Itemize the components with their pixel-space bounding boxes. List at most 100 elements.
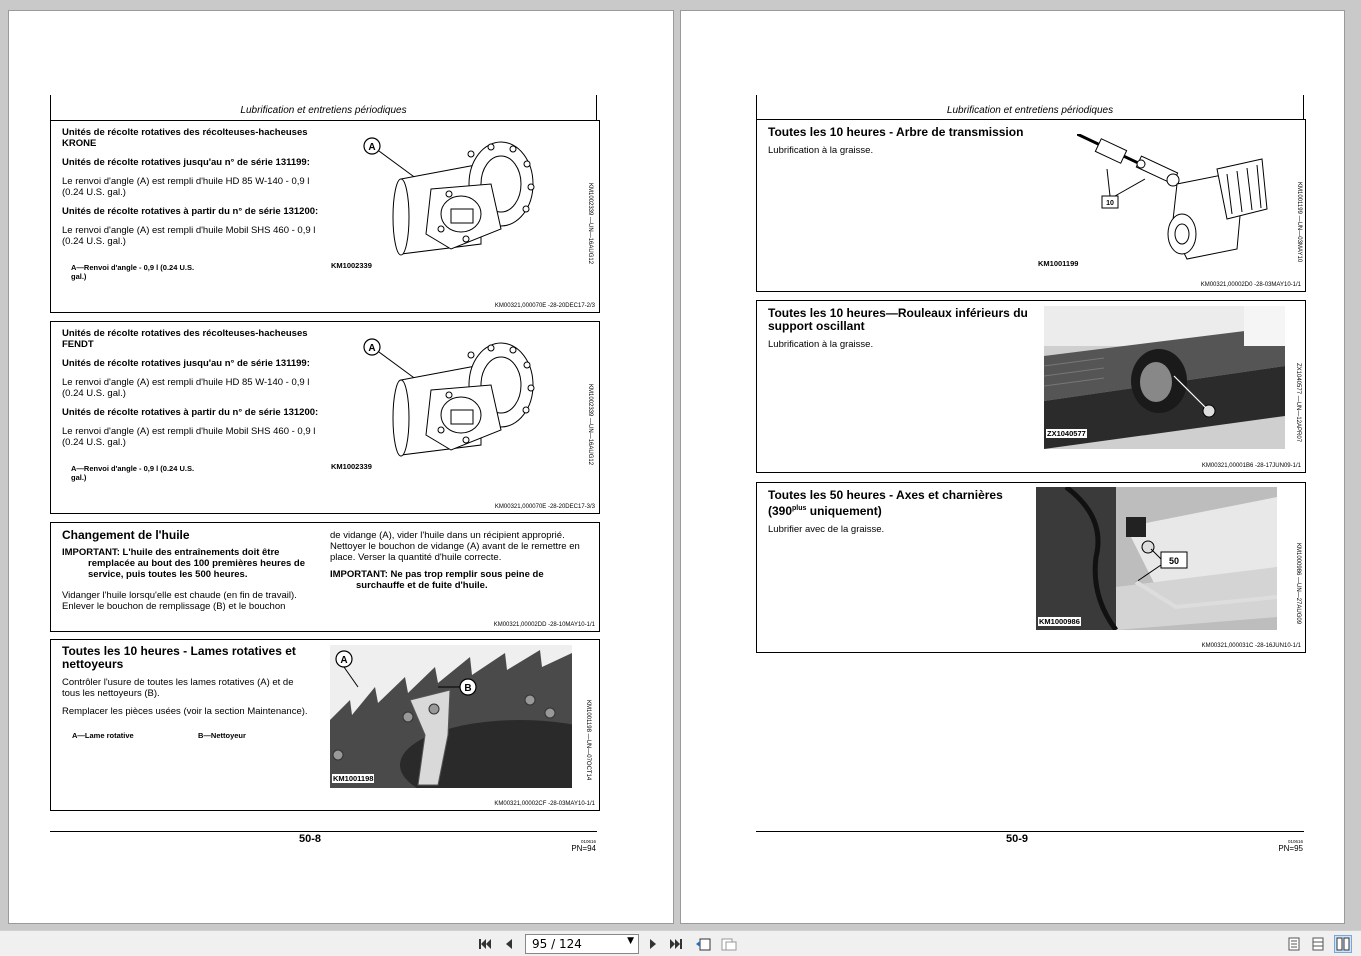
back-view-button[interactable]	[694, 935, 712, 953]
first-page-icon	[479, 939, 491, 949]
image-code: ZX1040577	[1046, 429, 1087, 438]
callout-a: A	[340, 655, 347, 666]
reference-code: KM00321,000031C -28-16JUN10-1/1	[1201, 643, 1301, 649]
dropdown-arrow-icon: ▼	[627, 936, 634, 946]
pn-label: PN=94	[571, 844, 596, 853]
section-title: Unités de récolte rotatives des récolteu…	[62, 127, 308, 149]
image-vertical-code: KM1002339 —UN—16AUG12	[587, 384, 593, 466]
page-number: 50-9	[1006, 833, 1029, 845]
important-note: IMPORTANT: Ne pas trop remplir sous pein…	[330, 569, 544, 591]
pn-block: 010616 PN=94	[554, 839, 596, 853]
page-left: Lubrification et entretiens périodiques …	[8, 10, 674, 924]
reference-code: KM00321,000070E -28-20DEC17-3/3	[494, 504, 595, 510]
subheading: Unités de récolte rotatives jusqu'au n° …	[62, 358, 310, 369]
page-right: Lubrification et entretiens périodiques …	[680, 10, 1345, 924]
title-superscript: plus	[792, 505, 807, 512]
section-lower-rollers: Toutes les 10 heures—Rouleaux inférieurs…	[756, 300, 1306, 473]
paragraph: Vidanger l'huile lorsqu'elle est chaude …	[62, 590, 297, 612]
subheading: Unités de récolte rotatives à partir du …	[62, 206, 319, 217]
paragraph: Lubrification à la graisse.	[768, 339, 874, 350]
section-drive-shaft: Toutes les 10 heures - Arbre de transmis…	[756, 119, 1306, 292]
reference-code: KM00321,000070E -28-20DEC17-2/3	[494, 303, 595, 309]
callout-a: A	[368, 142, 375, 153]
section-fendt: Unités de récolte rotatives des récolteu…	[50, 321, 600, 514]
image-vertical-code: KM1001198 —UN—07OCT14	[585, 700, 591, 781]
footer-rule	[50, 831, 597, 832]
legend-b: B—Nettoyeur	[198, 731, 246, 740]
drive-shaft-illustration: 10	[1077, 134, 1268, 260]
paragraph: Remplacer les pièces usées (voir la sect…	[62, 706, 308, 717]
subheading: Unités de récolte rotatives à partir du …	[62, 407, 319, 418]
image-code: KM1001199	[1038, 259, 1079, 268]
paragraph: Le renvoi d'angle (A) est rempli d'huile…	[62, 176, 310, 198]
paragraph: Le renvoi d'angle (A) est rempli d'huile…	[62, 426, 316, 448]
reference-code: KM00321,00002CF -28-03MAY10-1/1	[494, 801, 595, 807]
forward-view-icon	[721, 938, 737, 951]
continuous-view-button[interactable]	[1309, 935, 1327, 953]
paragraph: de vidange (A), vider l'huile dans un ré…	[330, 530, 580, 563]
callout-a: A	[368, 343, 375, 354]
grease-interval-label: 10	[1106, 200, 1114, 207]
legend: A—Renvoi d'angle - 0,9 l (0.24 U.S. gal.…	[71, 464, 195, 482]
running-header: Lubrification et entretiens périodiques	[50, 95, 597, 121]
image-vertical-code: ZX1040577 —UN—12APR07	[1295, 363, 1301, 443]
single-page-icon	[1288, 937, 1300, 951]
section-rotary-blades: Toutes les 10 heures - Lames rotatives e…	[50, 639, 600, 811]
title-part: uniquement)	[806, 504, 882, 518]
page-number: 50-8	[299, 833, 322, 845]
next-page-button[interactable]	[644, 935, 662, 953]
subheading: Unités de récolte rotatives jusqu'au n° …	[62, 157, 310, 168]
running-header: Lubrification et entretiens périodiques	[756, 95, 1304, 121]
paragraph: Le renvoi d'angle (A) est rempli d'huile…	[62, 225, 316, 247]
image-code: KM1002339	[331, 462, 372, 471]
section-oil-change: Changement de l'huile IMPORTANT: L'huile…	[50, 522, 600, 632]
reference-code: KM00321,00001B6 -28-17JUN09-1/1	[1201, 463, 1301, 469]
next-page-icon	[650, 939, 656, 949]
paragraph: Lubrifier avec de la graisse.	[768, 524, 885, 535]
paragraph: Le renvoi d'angle (A) est rempli d'huile…	[62, 377, 310, 399]
section-title: Unités de récolte rotatives des récolteu…	[62, 328, 308, 350]
grease-interval-label: 50	[1169, 556, 1179, 566]
back-view-icon	[696, 938, 711, 951]
forward-view-button[interactable]	[720, 935, 738, 953]
last-page-button[interactable]	[667, 935, 685, 953]
gearbox-illustration: A	[363, 137, 535, 256]
title-part: Toutes les 50 heures - Axes et charnière…	[768, 488, 1003, 518]
document-viewer: Lubrification et entretiens périodiques …	[0, 0, 1361, 930]
paragraph: Contrôler l'usure de toutes les lames ro…	[62, 677, 294, 699]
section-title: Changement de l'huile	[62, 528, 190, 542]
two-page-view-button[interactable]	[1334, 935, 1352, 953]
legend: A—Renvoi d'angle - 0,9 l (0.24 U.S. gal.…	[71, 263, 195, 281]
section-title: Toutes les 10 heures - Arbre de transmis…	[768, 125, 1024, 139]
lower-roller-photo	[1044, 306, 1285, 449]
continuous-page-icon	[1312, 937, 1324, 951]
axle-hinge-photo: 50	[1036, 487, 1277, 630]
first-page-button[interactable]	[476, 935, 494, 953]
page-number-field[interactable]: 95 / 124 ▼	[525, 934, 639, 954]
reference-code: KM00321,00002D0 -28-03MAY10-1/1	[1200, 282, 1301, 288]
pn-block: 010616 PN=95	[1261, 839, 1303, 853]
paragraph: Lubrification à la graisse.	[768, 145, 874, 156]
viewer-toolbar: 95 / 124 ▼	[0, 930, 1361, 956]
image-code: KM1001198	[332, 774, 375, 783]
page-number-value: 95 / 124	[532, 937, 582, 951]
image-code: KM1000986	[1038, 617, 1081, 626]
section-title: Toutes les 10 heures—Rouleaux inférieurs…	[768, 306, 1028, 333]
section-krone: Unités de récolte rotatives des récolteu…	[50, 120, 600, 313]
important-note: IMPORTANT: L'huile des entraînements doi…	[62, 547, 306, 580]
previous-page-button[interactable]	[500, 935, 518, 953]
pn-label: PN=95	[1278, 844, 1303, 853]
image-vertical-code: KM1002339 —UN—16AUG12	[587, 183, 593, 265]
section-title: Toutes les 50 heures - Axes et charnière…	[768, 489, 1038, 518]
footer-rule	[756, 831, 1304, 832]
last-page-icon	[670, 939, 682, 949]
image-vertical-code: KM1001199 —UN—03MAY10	[1296, 182, 1302, 263]
callout-b: B	[464, 683, 471, 694]
rotary-blade-photo: A B	[330, 645, 572, 788]
gearbox-illustration: A	[363, 338, 535, 457]
two-page-icon	[1336, 937, 1350, 951]
section-axles-hinges: Toutes les 50 heures - Axes et charnière…	[756, 482, 1306, 653]
single-page-view-button[interactable]	[1285, 935, 1303, 953]
section-title: Toutes les 10 heures - Lames rotatives e…	[62, 644, 296, 671]
legend-a: A—Lame rotative	[72, 731, 134, 740]
